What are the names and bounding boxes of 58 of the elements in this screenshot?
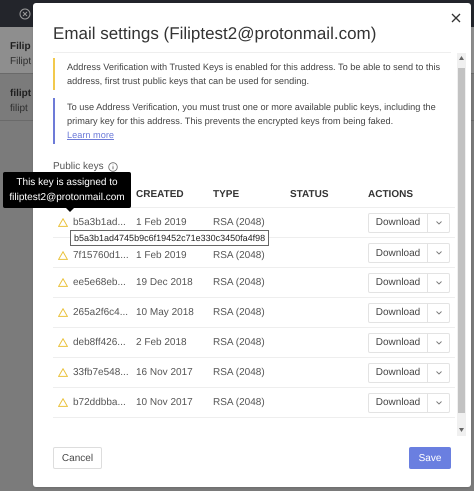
alert-text: Address Verification with Trusted Keys is enabled for this address. To be able to send to this address, first trust public keys that can be used for sending. [67,62,440,86]
created-date: 2 Feb 2018 [136,337,187,348]
contact-email: filipt [10,102,28,116]
close-icon [451,13,461,23]
chevron-icon [436,310,442,314]
close-icon[interactable] [19,8,31,20]
save-button[interactable]: Save [409,447,451,469]
chevron-icon [436,251,442,255]
contact-name: Filip [10,40,31,54]
chevron-icon [436,280,442,284]
key-type: RSA (2048) [213,397,265,408]
dialog-title: Email settings (Filiptest2@protonmail.com) [52,23,376,45]
warning-icon [58,368,68,377]
chevron-icon [436,370,442,374]
warning-icon [58,278,68,287]
warning-icon [58,338,68,347]
column-header: TYPE [213,188,240,200]
scroll-up-icon[interactable] [459,56,464,60]
learn-more-link[interactable]: Learn more [67,130,114,140]
key-fingerprint: ee5e68eb... [73,276,126,290]
key-fingerprint: b72ddbba... [73,396,126,410]
section-label: Public keys [53,160,104,174]
created-date: 10 Nov 2017 [136,397,193,408]
warning-icon [58,398,68,407]
column-header: STATUS [290,188,329,200]
key-type: RSA (2048) [213,367,265,378]
key-type: RSA (2048) [213,337,265,348]
key-type: RSA (2048) [213,307,265,318]
chevron-icon [436,340,442,344]
chevron-icon [436,220,442,224]
key-type: RSA (2048) [213,217,265,228]
contact-email: Filipt [10,55,32,69]
created-date: 1 Feb 2019 [136,250,187,261]
created-date: 10 May 2018 [136,307,194,318]
key-fingerprint: b5a3b1ad... [73,216,126,230]
key-type: RSA (2048) [213,277,265,288]
scroll-down-icon[interactable] [459,428,464,432]
key-type: RSA (2048) [213,250,265,261]
key-fingerprint: deb8ff426... [73,336,126,350]
warning-icon [58,218,68,227]
close-button[interactable] [451,13,461,23]
created-date: 1 Feb 2019 [136,217,187,228]
created-date: 19 Dec 2018 [136,277,193,288]
chevron-icon [436,400,442,404]
fingerprint-popup: b5a3b1ad4745b9c6f19452c71e330c3450fa4f98 [70,230,270,246]
key-fingerprint: 265a2f6c4... [73,306,128,320]
key-fingerprint: 7f15760d1... [73,249,129,263]
created-date: 16 Nov 2017 [136,367,193,378]
info-icon[interactable] [108,162,118,172]
cancel-button[interactable]: Cancel [53,447,102,469]
column-header: ACTIONS [368,188,413,200]
contact-name: filipt [10,87,32,101]
alert-text: To use Address Verification, you must trust one or more available public keys, including the primary key for this address. This prevents the encrypted keys from being faked. [67,102,436,126]
key-fingerprint: 33fb7e548... [73,366,129,380]
warning-icon [58,251,68,260]
warning-icon [58,308,68,317]
scrollbar[interactable] [457,53,466,436]
column-header: CREATED [136,188,184,200]
